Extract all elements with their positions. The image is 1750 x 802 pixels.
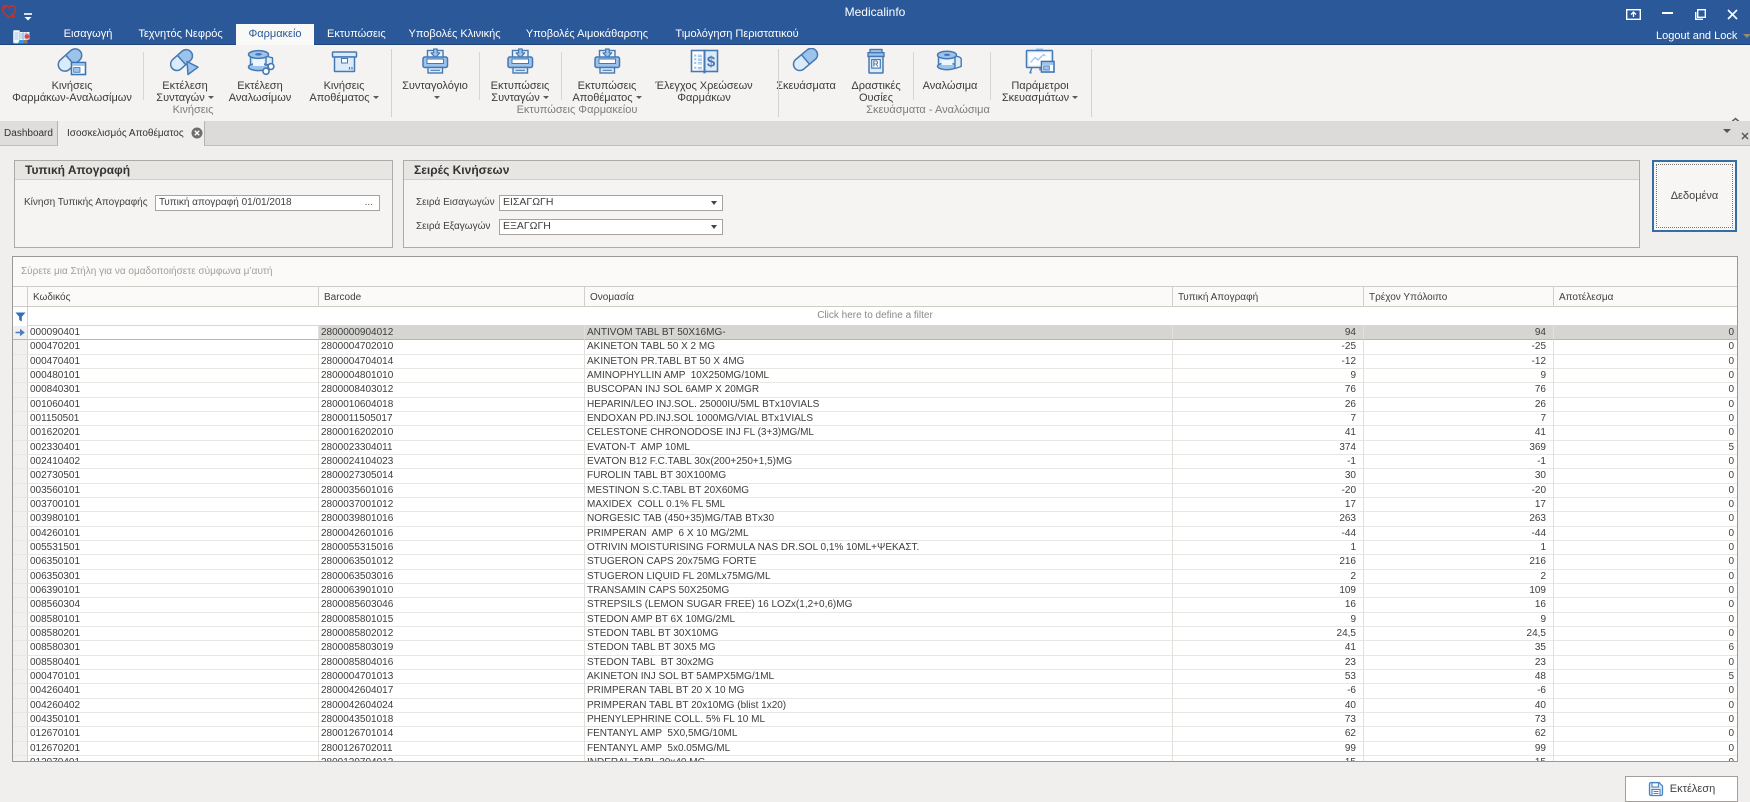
svg-text:$: $ [706, 54, 715, 71]
